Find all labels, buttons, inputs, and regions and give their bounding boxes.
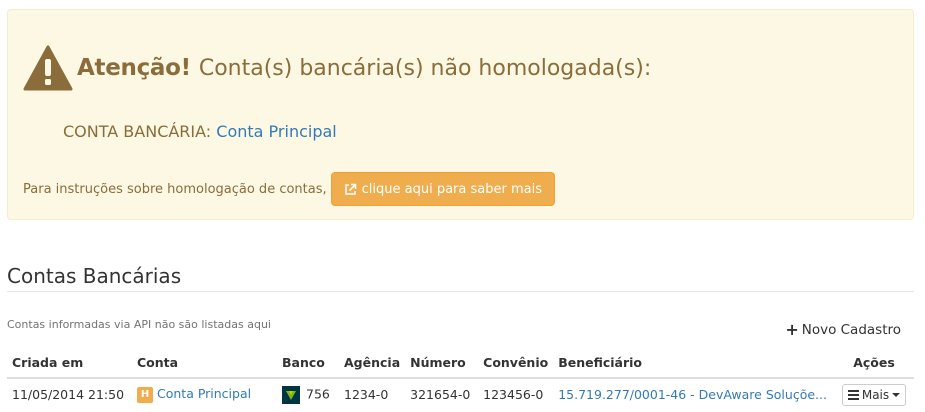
cell-account: H Conta Principal	[132, 378, 277, 410]
new-account-label: Novo Cadastro	[801, 321, 901, 338]
col-agency: Agência	[339, 348, 406, 379]
instructions-row: Para instruções sobre homologação de con…	[23, 172, 555, 206]
bank-logo-icon	[282, 385, 300, 404]
accounts-table: Criada em Conta Banco Agência Número Con…	[7, 348, 914, 410]
instructions-text: Para instruções sobre homologação de con…	[23, 181, 327, 197]
warning-alert: Atenção! Conta(s) bancária(s) não homolo…	[7, 9, 914, 220]
cell-number: 321654-0	[410, 387, 471, 402]
more-actions-label: Mais	[861, 387, 890, 402]
learn-more-button[interactable]: clique aqui para saber mais	[330, 172, 555, 206]
col-actions: Ações	[834, 348, 914, 379]
api-note: Contas informadas via API não são listad…	[7, 318, 271, 331]
alert-title: Atenção! Conta(s) bancária(s) não homolo…	[23, 44, 651, 92]
new-account-button[interactable]: + Novo Cadastro	[785, 320, 901, 339]
page-title: Contas Bancárias	[7, 264, 182, 288]
menu-icon	[847, 389, 859, 400]
cell-agency: 1234-0	[344, 387, 389, 402]
plus-icon: +	[785, 320, 799, 339]
cell-bank: 756	[277, 378, 339, 410]
col-agreement: Convênio	[478, 348, 554, 379]
col-beneficiary: Beneficiário	[553, 348, 834, 379]
learn-more-label: clique aqui para saber mais	[361, 181, 542, 197]
alert-title-strong: Atenção!	[77, 55, 191, 81]
more-actions-button[interactable]: Mais	[841, 383, 907, 406]
col-number: Número	[405, 348, 479, 379]
table-row: 11/05/2014 21:50 H Conta Principal 756 12…	[7, 378, 914, 410]
warning-icon	[23, 45, 73, 91]
cell-beneficiary: 15.719.277/0001-46 - DevAware Soluçõe...	[553, 378, 834, 410]
cell-created: 11/05/2014 21:50	[12, 387, 125, 402]
cell-actions: Mais	[834, 378, 914, 410]
col-created: Criada em	[7, 348, 132, 379]
col-bank: Banco	[277, 348, 339, 379]
beneficiary-link[interactable]: 15.719.277/0001-46 - DevAware Soluçõe...	[558, 387, 827, 402]
alert-title-text: Conta(s) bancária(s) não homologada(s):	[198, 55, 652, 81]
col-account: Conta	[132, 348, 277, 379]
section-divider	[7, 291, 914, 292]
caret-down-icon	[892, 392, 901, 397]
account-line: CONTA BANCÁRIA: Conta Principal	[63, 122, 337, 141]
homologation-badge: H	[137, 386, 153, 403]
cell-agreement: 123456-0	[483, 387, 544, 402]
external-link-icon	[344, 183, 356, 195]
account-link[interactable]: Conta Principal	[216, 122, 336, 141]
account-label: CONTA BANCÁRIA:	[63, 122, 217, 141]
table-header-row: Criada em Conta Banco Agência Número Con…	[7, 348, 914, 379]
account-name-link[interactable]: Conta Principal	[157, 386, 251, 401]
bank-code: 756	[306, 386, 330, 401]
